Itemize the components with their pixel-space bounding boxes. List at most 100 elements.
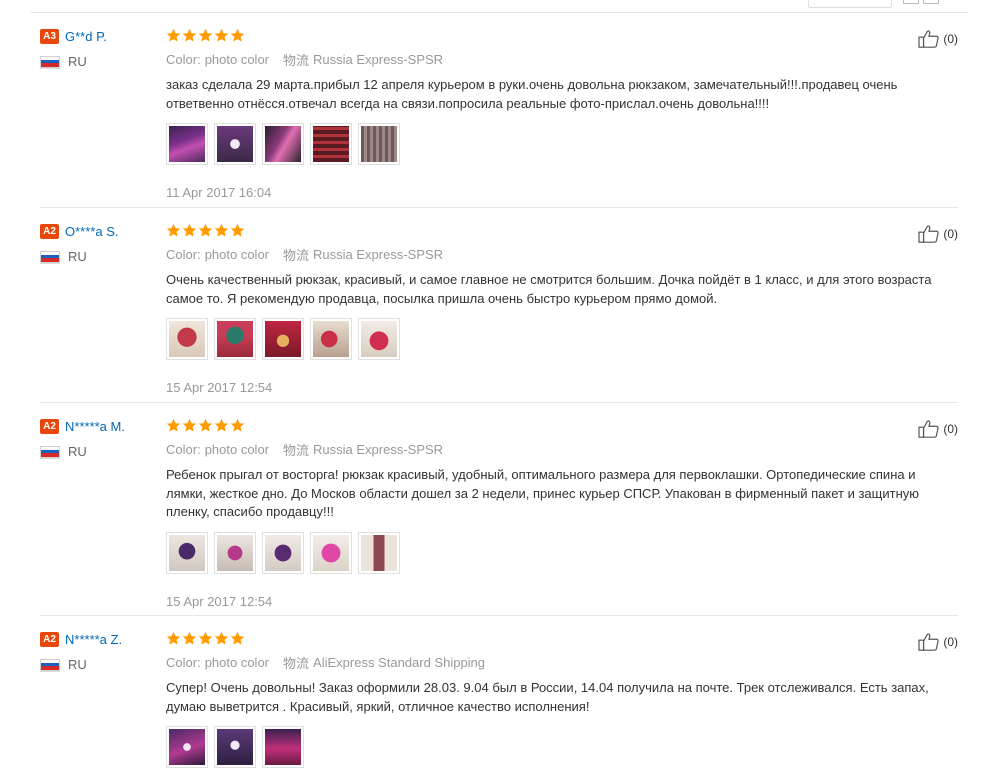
review-photo-thumbnail[interactable] [214, 123, 256, 165]
review-photo-thumbnail[interactable] [166, 726, 208, 768]
review-photo-thumbnail[interactable] [310, 531, 352, 574]
top-toolbar-strip [0, 0, 995, 13]
review-photo-thumbnail[interactable] [262, 123, 304, 165]
review-photo-thumbnail[interactable] [166, 531, 208, 574]
helpful-count: (0) [943, 422, 958, 436]
star-icon [182, 631, 197, 645]
russia-flag-icon [40, 445, 60, 458]
reviewer-name[interactable]: N*****a Z. [65, 632, 122, 647]
shipping-value: Russia Express-SPSR [313, 441, 444, 457]
star-icon [214, 631, 229, 645]
review-meta: Color: photo color 物流 Russia Express-SPS… [166, 246, 966, 263]
star-icon [230, 418, 245, 432]
helpful-vote[interactable]: (0) [918, 419, 958, 439]
buyer-level-badge: A2 [40, 632, 59, 648]
review-photos [166, 123, 966, 165]
helpful-count: (0) [943, 635, 958, 649]
review-photos [166, 726, 966, 768]
review-photo-thumbnail[interactable] [262, 531, 304, 574]
star-icon [166, 28, 181, 42]
review-text: Супер! Очень довольны! Заказ оформили 28… [166, 680, 929, 714]
reviewer-name[interactable]: O****a S. [65, 224, 118, 239]
star-icon [166, 223, 181, 237]
review-photo-thumbnail[interactable] [358, 123, 400, 165]
shipping-value: Russia Express-SPSR [313, 51, 444, 67]
thumbs-up-icon[interactable] [918, 632, 940, 652]
review-photo-thumbnail[interactable] [262, 726, 304, 768]
review-photo-thumbnail[interactable] [166, 123, 208, 165]
country-code: RU [68, 54, 87, 70]
helpful-vote[interactable]: (0) [918, 29, 958, 49]
star-rating [166, 631, 966, 647]
star-icon [182, 28, 197, 42]
review-content: Color: photo color 物流 Russia Express-SPS… [166, 223, 966, 395]
review-photo-thumbnail[interactable] [310, 318, 352, 360]
view-mode-toggle[interactable] [903, 0, 939, 4]
list-view-icon[interactable] [903, 0, 919, 4]
review-photo-thumbnail[interactable] [166, 318, 208, 360]
review-divider [40, 402, 958, 403]
buyer-level-badge: A2 [40, 419, 59, 435]
star-icon [198, 631, 213, 645]
shipping-label: 物流 [283, 247, 310, 263]
review-meta: Color: photo color 物流 Russia Express-SPS… [166, 51, 966, 68]
thumbs-up-icon[interactable] [918, 224, 940, 244]
review-photo-thumbnail[interactable] [262, 318, 304, 360]
color-value: photo color [204, 441, 270, 457]
review-photo-thumbnail[interactable] [214, 726, 256, 768]
star-icon [230, 223, 245, 237]
helpful-count: (0) [943, 227, 958, 241]
review-photo-thumbnail[interactable] [310, 123, 352, 165]
review-text: Очень качественный рюкзак, красивый, и с… [166, 272, 932, 306]
star-icon [198, 223, 213, 237]
helpful-vote[interactable]: (0) [918, 224, 958, 244]
star-icon [230, 631, 245, 645]
shipping-value: AliExpress Standard Shipping [313, 654, 486, 670]
sort-dropdown[interactable] [808, 0, 892, 8]
star-icon [198, 418, 213, 432]
reviewer-info: A2 N*****a Z. RU [40, 631, 160, 672]
review-date: 11 Apr 2017 16:04 [166, 185, 272, 200]
buyer-level-badge: A3 [40, 29, 59, 45]
reviewer-info: A2 O****a S. RU [40, 223, 160, 264]
shipping-label: 物流 [283, 52, 310, 68]
star-rating [166, 28, 966, 44]
color-value: photo color [204, 654, 270, 670]
review-meta: Color: photo color 物流 Russia Express-SPS… [166, 441, 966, 458]
color-value: photo color [204, 51, 270, 67]
shipping-value: Russia Express-SPSR [313, 246, 444, 262]
star-icon [182, 418, 197, 432]
reviewer-name[interactable]: N*****a M. [65, 419, 125, 434]
star-rating [166, 223, 966, 239]
helpful-count: (0) [943, 32, 958, 46]
review-photo-thumbnail[interactable] [214, 531, 256, 574]
color-label: Color: [166, 246, 201, 262]
thumbs-up-icon[interactable] [918, 29, 940, 49]
shipping-label: 物流 [283, 655, 310, 671]
review-content: Color: photo color 物流 Russia Express-SPS… [166, 28, 966, 200]
review-text: Ребенок прыгал от восторга! рюкзак краси… [166, 467, 919, 519]
top-divider [30, 12, 968, 13]
helpful-vote[interactable]: (0) [918, 632, 958, 652]
review-text: заказ сделала 29 марта.прибыл 12 апреля … [166, 77, 898, 111]
reviewer-name[interactable]: G**d P. [65, 29, 107, 44]
review-photo-thumbnail[interactable] [214, 318, 256, 360]
review-date: 15 Apr 2017 12:54 [166, 380, 273, 395]
star-icon [214, 28, 229, 42]
color-label: Color: [166, 654, 201, 670]
review-photo-thumbnail[interactable] [358, 531, 400, 574]
reviewer-country: RU [40, 657, 160, 672]
reviewer-info: A2 N*****a M. RU [40, 418, 160, 459]
thumbs-up-icon[interactable] [918, 419, 940, 439]
review-meta: Color: photo color 物流 AliExpress Standar… [166, 654, 966, 671]
reviewer-country: RU [40, 444, 160, 459]
reviewer-info: A3 G**d P. RU [40, 28, 160, 69]
color-label: Color: [166, 441, 201, 457]
star-icon [166, 631, 181, 645]
reviewer-country: RU [40, 249, 160, 264]
star-icon [214, 223, 229, 237]
country-code: RU [68, 657, 87, 673]
star-icon [230, 28, 245, 42]
review-photo-thumbnail[interactable] [358, 318, 400, 360]
grid-view-icon[interactable] [923, 0, 939, 4]
